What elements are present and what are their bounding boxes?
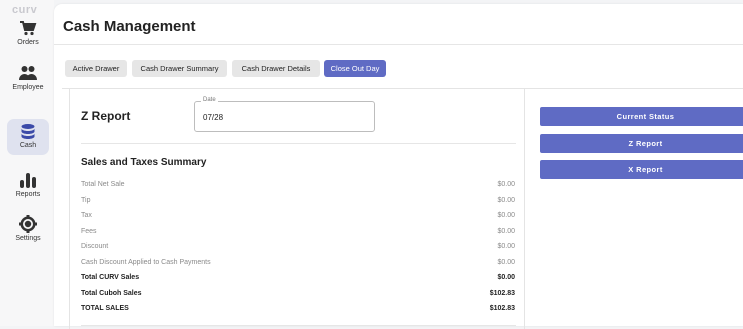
date-field-label: Date [201, 97, 218, 103]
sidebar-item-reports[interactable]: Reports [7, 170, 49, 208]
row-value: $0.00 [497, 274, 515, 281]
tab-active-drawer[interactable]: Active Drawer [65, 60, 127, 77]
cart-icon [7, 18, 49, 38]
date-field[interactable]: Date 07/28 [194, 97, 375, 132]
sidebar-item-cash[interactable]: Cash [7, 119, 49, 155]
section-title: Sales and Taxes Summary [81, 157, 207, 168]
row-value: $102.83 [489, 290, 515, 297]
row-label: Fees [81, 228, 97, 235]
tab-close-out-day[interactable]: Close Out Day [324, 60, 386, 77]
report-title: Z Report [81, 109, 131, 123]
row-value: $0.00 [497, 197, 515, 204]
row-label: TOTAL SALES [81, 305, 129, 312]
sidebar-item-label: Reports [15, 191, 41, 198]
row-value: $0.00 [497, 243, 515, 250]
summary-row: Fees $0.00 [81, 228, 515, 242]
date-field-value: 07/28 [203, 113, 224, 122]
row-label: Tax [81, 212, 92, 219]
main-panel: Cash Management Active Drawer Cash Drawe… [54, 4, 743, 329]
current-status-button[interactable]: Current Status [540, 107, 743, 126]
summary-row: Tax $0.00 [81, 212, 515, 226]
row-value: $102.83 [489, 305, 515, 312]
gear-icon [7, 214, 49, 234]
row-value: $0.00 [497, 181, 515, 188]
sidebar-item-label: Settings [15, 235, 41, 242]
header-divider [54, 44, 743, 45]
sidebar-item-label: Employee [12, 84, 44, 91]
tab-cash-drawer-summary[interactable]: Cash Drawer Summary [132, 60, 227, 77]
summary-row: TOTAL SALES $102.83 [81, 305, 515, 319]
sidebar-item-label: Orders [17, 39, 39, 46]
summary-row: Cash Discount Applied to Cash Payments $0… [81, 259, 515, 273]
x-report-button[interactable]: X Report [540, 160, 743, 179]
summary-row: Tip $0.00 [81, 197, 515, 211]
section-divider [81, 143, 516, 144]
summary-row: Total Net Sale $0.00 [81, 181, 515, 195]
row-value: $0.00 [497, 228, 515, 235]
row-value: $0.00 [497, 212, 515, 219]
content-area: Z Report Date 07/28 Sales and Taxes Summ… [62, 88, 743, 329]
z-report-button[interactable]: Z Report [540, 134, 743, 153]
row-label: Discount [81, 243, 109, 250]
sidebar-item-employee[interactable]: Employee [7, 63, 49, 101]
row-label: Total CURV Sales [81, 274, 140, 281]
summary-row: Total CURV Sales $0.00 [81, 274, 515, 288]
z-report-card: Z Report Date 07/28 Sales and Taxes Summ… [69, 89, 525, 329]
sidebar-item-orders[interactable]: Orders [7, 18, 49, 56]
row-label: Total Cuboh Sales [81, 290, 142, 297]
bar-chart-icon [7, 170, 49, 190]
summary-row: Discount $0.00 [81, 243, 515, 257]
summary-row: Total Cuboh Sales $102.83 [81, 290, 515, 304]
sidebar: curv Orders Employee Cash Reports Settin… [0, 0, 54, 326]
sidebar-item-settings[interactable]: Settings [7, 214, 49, 252]
row-label: Cash Discount Applied to Cash Payments [81, 259, 211, 266]
row-label: Total Net Sale [81, 181, 125, 188]
row-label: Tip [81, 197, 91, 204]
brand-logo: curv [12, 4, 38, 16]
people-icon [7, 63, 49, 83]
row-value: $0.00 [497, 259, 515, 266]
database-icon [7, 123, 49, 141]
sidebar-item-label: Cash [19, 142, 37, 149]
tab-cash-drawer-details[interactable]: Cash Drawer Details [232, 60, 320, 77]
page-title: Cash Management [63, 18, 196, 35]
